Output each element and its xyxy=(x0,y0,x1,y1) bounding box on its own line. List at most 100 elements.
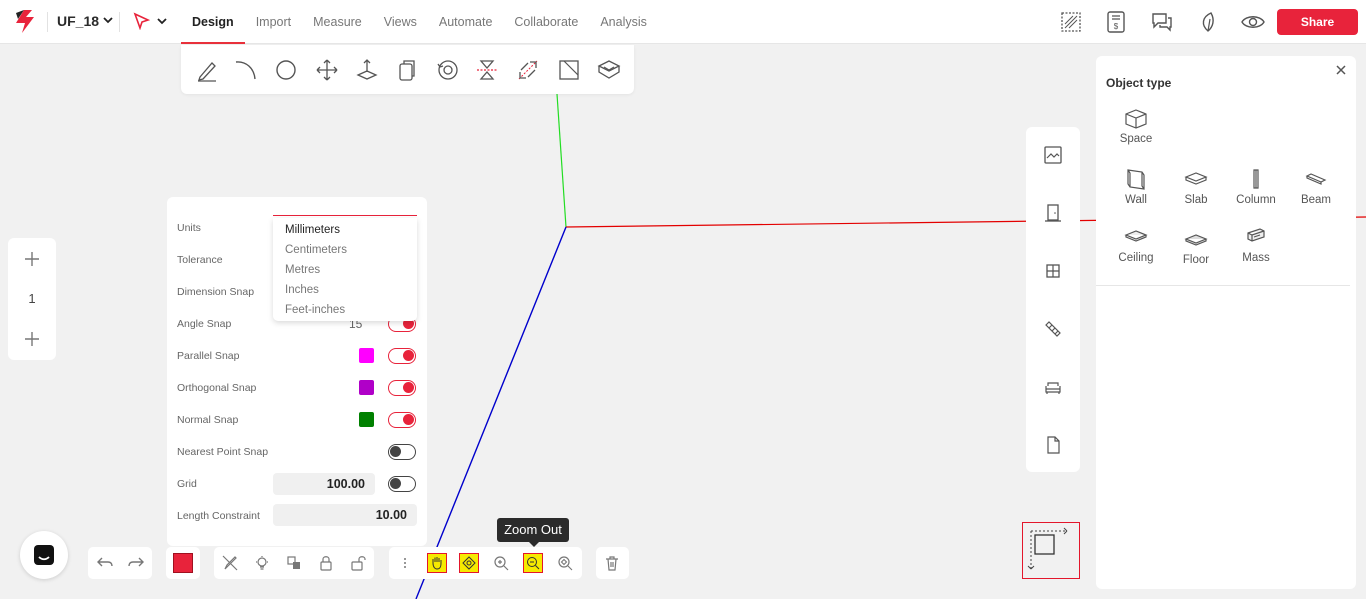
cost-report-icon[interactable]: $ xyxy=(1104,10,1128,34)
object-library-toolbar xyxy=(1026,127,1080,472)
normal-snap-toggle[interactable] xyxy=(388,412,416,428)
length-constraint-input[interactable]: 10.00 xyxy=(273,504,417,526)
object-type-beam[interactable]: Beam xyxy=(1286,167,1346,217)
units-option-inches[interactable]: Inches xyxy=(273,280,417,300)
project-name-dropdown[interactable]: UF_18 xyxy=(57,13,113,29)
delete-group xyxy=(596,547,629,579)
object-type-mass[interactable]: Mass xyxy=(1226,227,1286,277)
floor-icon xyxy=(1184,234,1208,246)
zoom-in-icon[interactable] xyxy=(491,553,511,573)
menu-measure[interactable]: Measure xyxy=(302,0,373,44)
grid-input[interactable]: 100.00 xyxy=(273,473,375,495)
object-type-panel: Object type Space Wall Slab Column Beam … xyxy=(1096,56,1356,589)
units-label: Units xyxy=(177,222,201,234)
push-pull-icon[interactable] xyxy=(355,58,379,82)
orbit-icon[interactable] xyxy=(459,553,479,573)
plus-icon xyxy=(25,252,39,266)
window-icon[interactable] xyxy=(1043,261,1063,281)
undo-icon[interactable] xyxy=(95,553,115,573)
group-icon[interactable] xyxy=(284,553,304,573)
ceiling-icon xyxy=(1124,230,1148,242)
mirror-icon[interactable] xyxy=(475,58,499,82)
circle-icon[interactable] xyxy=(274,58,298,82)
copy-icon[interactable] xyxy=(395,58,419,82)
view-eye-icon[interactable] xyxy=(1241,10,1265,34)
rotate-icon[interactable] xyxy=(436,58,460,82)
object-type-column[interactable]: Column xyxy=(1226,167,1286,217)
comments-icon[interactable] xyxy=(1150,10,1174,34)
zoom-out-icon[interactable] xyxy=(523,553,543,573)
zoom-out-tooltip: Zoom Out xyxy=(497,518,569,547)
chat-support-button[interactable] xyxy=(20,531,68,579)
offset-icon[interactable] xyxy=(557,58,581,82)
units-option-feet-inches[interactable]: Feet-inches xyxy=(273,300,417,320)
extrude-icon[interactable] xyxy=(597,58,621,82)
menu-views[interactable]: Views xyxy=(373,0,428,44)
picture-icon[interactable] xyxy=(1043,145,1063,165)
stair-icon[interactable] xyxy=(1043,319,1063,339)
arc-icon[interactable] xyxy=(234,58,258,82)
furniture-sofa-icon[interactable] xyxy=(1043,377,1063,397)
door-icon[interactable] xyxy=(1043,203,1063,223)
object-type-ceiling[interactable]: Ceiling xyxy=(1106,227,1166,277)
sustainability-leaf-icon[interactable] xyxy=(1196,10,1220,34)
close-panel-button[interactable] xyxy=(1336,62,1346,80)
delete-icon[interactable] xyxy=(602,553,622,573)
chat-icon xyxy=(34,545,54,565)
grid-toggle[interactable] xyxy=(388,476,416,492)
design-toolbar xyxy=(181,45,634,94)
menu-design[interactable]: Design xyxy=(181,0,245,44)
unlock-icon[interactable] xyxy=(348,553,368,573)
pencil-icon[interactable] xyxy=(195,58,219,82)
view-cube[interactable] xyxy=(1022,522,1080,579)
app-logo-icon[interactable] xyxy=(12,9,36,35)
object-type-space[interactable]: Space xyxy=(1106,108,1166,158)
pan-hand-icon[interactable] xyxy=(427,553,447,573)
render-icon[interactable] xyxy=(1059,10,1083,34)
navigation-group xyxy=(389,547,582,579)
scale-icon[interactable] xyxy=(516,58,540,82)
parallel-snap-toggle[interactable] xyxy=(388,348,416,364)
zoom-extents-icon[interactable] xyxy=(555,553,575,573)
units-option-centimeters[interactable]: Centimeters xyxy=(273,240,417,260)
panel-divider xyxy=(1096,285,1350,286)
menu-analysis[interactable]: Analysis xyxy=(589,0,658,44)
normal-snap-color[interactable] xyxy=(359,412,374,427)
orthogonal-snap-toggle[interactable] xyxy=(388,380,416,396)
angle-snap-label: Angle Snap xyxy=(177,318,232,330)
object-tools-group xyxy=(214,547,374,579)
object-type-floor[interactable]: Floor xyxy=(1166,227,1226,277)
orthogonal-snap-color[interactable] xyxy=(359,380,374,395)
add-level-below-button[interactable] xyxy=(8,320,56,358)
more-icon[interactable] xyxy=(395,553,415,573)
floor-level-widget: 1 xyxy=(8,238,56,360)
file-icon[interactable] xyxy=(1043,435,1063,455)
svg-text:$: $ xyxy=(1114,22,1119,31)
mass-icon xyxy=(1247,228,1265,242)
lock-icon[interactable] xyxy=(316,553,336,573)
menu-collaborate[interactable]: Collaborate xyxy=(503,0,589,44)
tolerance-label: Tolerance xyxy=(177,254,223,266)
object-type-slab[interactable]: Slab xyxy=(1166,167,1226,217)
light-icon[interactable] xyxy=(252,553,272,573)
units-option-metres[interactable]: Metres xyxy=(273,260,417,280)
share-button[interactable]: Share xyxy=(1277,9,1358,35)
menu-import[interactable]: Import xyxy=(245,0,302,44)
divider xyxy=(119,12,120,32)
units-option-millimeters[interactable]: Millimeters xyxy=(273,220,417,240)
nearest-point-snap-toggle[interactable] xyxy=(388,444,416,460)
add-level-above-button[interactable] xyxy=(8,240,56,278)
menu-automate[interactable]: Automate xyxy=(428,0,504,44)
object-type-wall[interactable]: Wall xyxy=(1106,167,1166,217)
parallel-snap-color[interactable] xyxy=(359,348,374,363)
object-type-label: Ceiling xyxy=(1118,252,1154,264)
level-number: 1 xyxy=(28,291,36,306)
y-axis-green xyxy=(556,93,567,228)
redo-icon[interactable] xyxy=(126,553,146,573)
close-icon xyxy=(1336,65,1346,75)
brush-icon[interactable] xyxy=(220,553,240,573)
move-icon[interactable] xyxy=(315,58,339,82)
select-color-icon[interactable] xyxy=(173,553,193,573)
cursor-icon xyxy=(133,12,151,30)
select-tool-dropdown[interactable] xyxy=(133,12,167,30)
